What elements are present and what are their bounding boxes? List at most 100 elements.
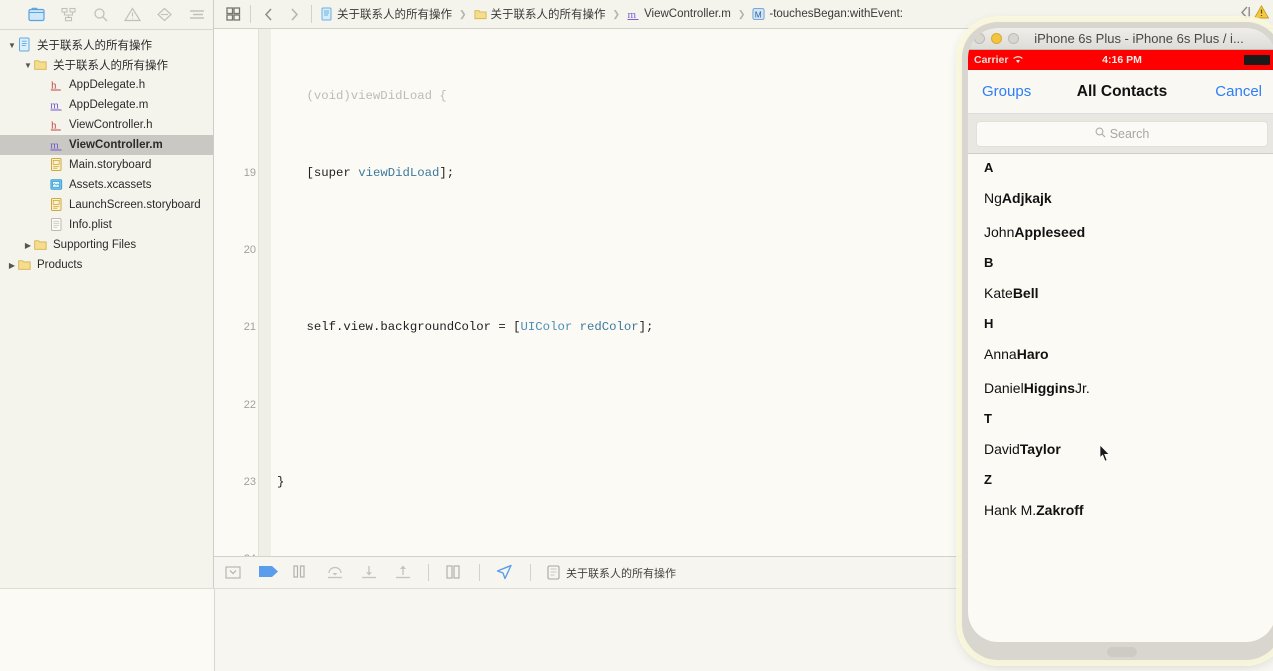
divider	[479, 564, 480, 581]
contact-row[interactable]: John Appleseed	[968, 215, 1273, 249]
contact-last-name: Appleseed	[1014, 224, 1086, 240]
assets-icon	[50, 177, 65, 193]
process-icon	[547, 565, 560, 580]
location-icon[interactable]	[496, 564, 514, 581]
home-indicator	[1107, 647, 1137, 657]
warning-triangle-icon[interactable]	[1253, 4, 1270, 24]
breakpoint-icon[interactable]	[258, 564, 278, 581]
contact-row[interactable]: David Taylor	[968, 432, 1273, 466]
header-icon: h	[50, 77, 65, 93]
cancel-button[interactable]: Cancel	[1215, 83, 1262, 100]
contacts-section-header: B	[984, 255, 994, 270]
contact-last-name: Haro	[1016, 346, 1049, 362]
project-icon	[18, 37, 33, 53]
tree-item-label: Products	[37, 259, 83, 271]
tree-item-viewcontroller.h[interactable]: ▼hViewController.h	[0, 115, 213, 135]
breadcrumb-label: 关于联系人的所有操作	[490, 9, 606, 21]
groups-button[interactable]: Groups	[982, 83, 1031, 100]
divider	[250, 5, 251, 23]
ios-simulator-window[interactable]: iPhone 6s Plus - iPhone 6s Plus / i... C…	[962, 22, 1273, 660]
tree-item-appdelegate.m[interactable]: ▼mAppDelegate.m	[0, 95, 213, 115]
zoom-button[interactable]	[1008, 33, 1019, 44]
tree-item-assets.xcassets[interactable]: ▼Assets.xcassets	[0, 175, 213, 195]
test-icon[interactable]	[156, 7, 174, 22]
contact-last-name: Higgins	[1023, 380, 1076, 396]
tree-item-label: Main.storyboard	[69, 159, 152, 171]
tree-item--[interactable]: ▼ 关于联系人的所有操作	[0, 55, 213, 75]
breadcrumb-project[interactable]: 关于联系人的所有操作 ❯	[316, 3, 470, 25]
tree-item-info.plist[interactable]: ▼Info.plist	[0, 215, 213, 235]
objc-icon: m	[50, 137, 65, 153]
contact-row[interactable]: Kate Bell	[968, 276, 1273, 310]
search-icon	[1095, 127, 1106, 141]
chevron-left-icon[interactable]	[255, 3, 281, 25]
scheme-indicator[interactable]: 关于联系人的所有操作	[547, 565, 676, 581]
simulator-screen[interactable]: Carrier 4:16 PM Groups All Contacts Canc…	[968, 50, 1273, 642]
contact-first-name: Daniel	[984, 380, 1024, 396]
step-out-icon[interactable]	[394, 564, 412, 581]
contacts-list[interactable]: A Ng Adjkajk John Appleseed B Kate Bell H Anna…	[968, 154, 1273, 527]
contact-row[interactable]: Anna Haro	[968, 337, 1273, 371]
chevron-right-icon: ❯	[459, 8, 467, 19]
line-number: 23	[243, 475, 256, 488]
tree-item-launchscreen.storyboard[interactable]: ▼LaunchScreen.storyboard	[0, 195, 213, 215]
contacts-navigation-bar: Groups All Contacts Cancel	[968, 70, 1273, 114]
search-bar-container: Search	[968, 114, 1273, 154]
tree-item-products[interactable]: ▶ Products	[0, 255, 213, 275]
tree-item-label: Info.plist	[69, 219, 112, 231]
breadcrumb-method[interactable]: M -touchesBegan:withEvent:	[748, 3, 906, 25]
contact-first-name: Ng	[984, 190, 1002, 206]
tree-item--[interactable]: ▼ 关于联系人的所有操作	[0, 35, 213, 55]
search-icon[interactable]	[92, 7, 110, 22]
contact-row[interactable]: Daniel Higgins Jr.	[968, 371, 1273, 405]
folder-icon	[34, 237, 49, 253]
method-icon: M	[752, 7, 765, 21]
contact-first-name: Kate	[984, 285, 1013, 301]
navigator-file-tree: ▼关于联系人的所有操作▼关于联系人的所有操作▼hAppDelegate.h▼mA…	[0, 30, 213, 275]
header-icon: h	[50, 117, 65, 133]
debug-icon[interactable]	[188, 7, 206, 22]
close-button[interactable]	[974, 33, 985, 44]
contact-row[interactable]: Hank M. Zakroff	[968, 493, 1273, 527]
contact-first-name: Hank M.	[984, 502, 1037, 518]
contacts-section-header: T	[984, 411, 992, 426]
tree-item-label: LaunchScreen.storyboard	[69, 199, 201, 211]
step-into-icon[interactable]	[360, 564, 378, 581]
contact-suffix: Jr.	[1075, 380, 1090, 396]
contacts-section-header: Z	[984, 472, 992, 487]
minimize-button[interactable]	[991, 33, 1002, 44]
tree-item-label: AppDelegate.h	[69, 79, 146, 91]
project-navigator: ▼关于联系人的所有操作▼关于联系人的所有操作▼hAppDelegate.h▼mA…	[0, 0, 269, 671]
simulator-titlebar[interactable]: iPhone 6s Plus - iPhone 6s Plus / i...	[968, 28, 1273, 50]
chevron-down-icon[interactable]: ▼	[6, 35, 18, 55]
breadcrumb-group[interactable]: 关于联系人的所有操作 ❯	[470, 3, 624, 25]
breadcrumb-label: 关于联系人的所有操作	[337, 9, 452, 21]
tree-item-appdelegate.h[interactable]: ▼hAppDelegate.h	[0, 75, 213, 95]
tree-item-label: AppDelegate.m	[69, 99, 149, 111]
chevron-right-icon[interactable]: ▶	[6, 255, 18, 275]
folder-icon[interactable]	[28, 7, 46, 22]
tree-item-supporting-files[interactable]: ▶ Supporting Files	[0, 235, 213, 255]
line-number: 22	[243, 398, 256, 411]
view-hierarchy-icon[interactable]	[445, 564, 463, 581]
navigator-toolbar	[0, 0, 269, 30]
storyboard-icon	[50, 197, 65, 213]
filter-dropdown-icon[interactable]	[224, 564, 242, 581]
step-over-icon[interactable]	[326, 564, 344, 581]
chevron-right-icon[interactable]: ▶	[22, 235, 34, 255]
warning-icon[interactable]	[124, 7, 142, 22]
chevron-down-icon[interactable]: ▼	[22, 55, 34, 75]
line-number: 19	[243, 167, 256, 180]
chevron-right-icon[interactable]	[281, 3, 307, 25]
assistant-grid-icon[interactable]	[220, 3, 246, 25]
breadcrumb-file[interactable]: m ViewController.m ❯	[623, 3, 748, 25]
plist-icon	[50, 217, 65, 233]
editor-toggle-icon[interactable]	[1237, 6, 1250, 24]
tree-item-main.storyboard[interactable]: ▼Main.storyboard	[0, 155, 213, 175]
pause-icon[interactable]	[292, 564, 310, 581]
search-input[interactable]: Search	[976, 120, 1268, 147]
source-control-icon[interactable]	[60, 7, 78, 22]
tree-item-viewcontroller.m[interactable]: ▼mViewController.m	[0, 135, 213, 155]
contact-row[interactable]: Ng Adjkajk	[968, 181, 1273, 215]
objc-icon: m	[627, 9, 639, 21]
